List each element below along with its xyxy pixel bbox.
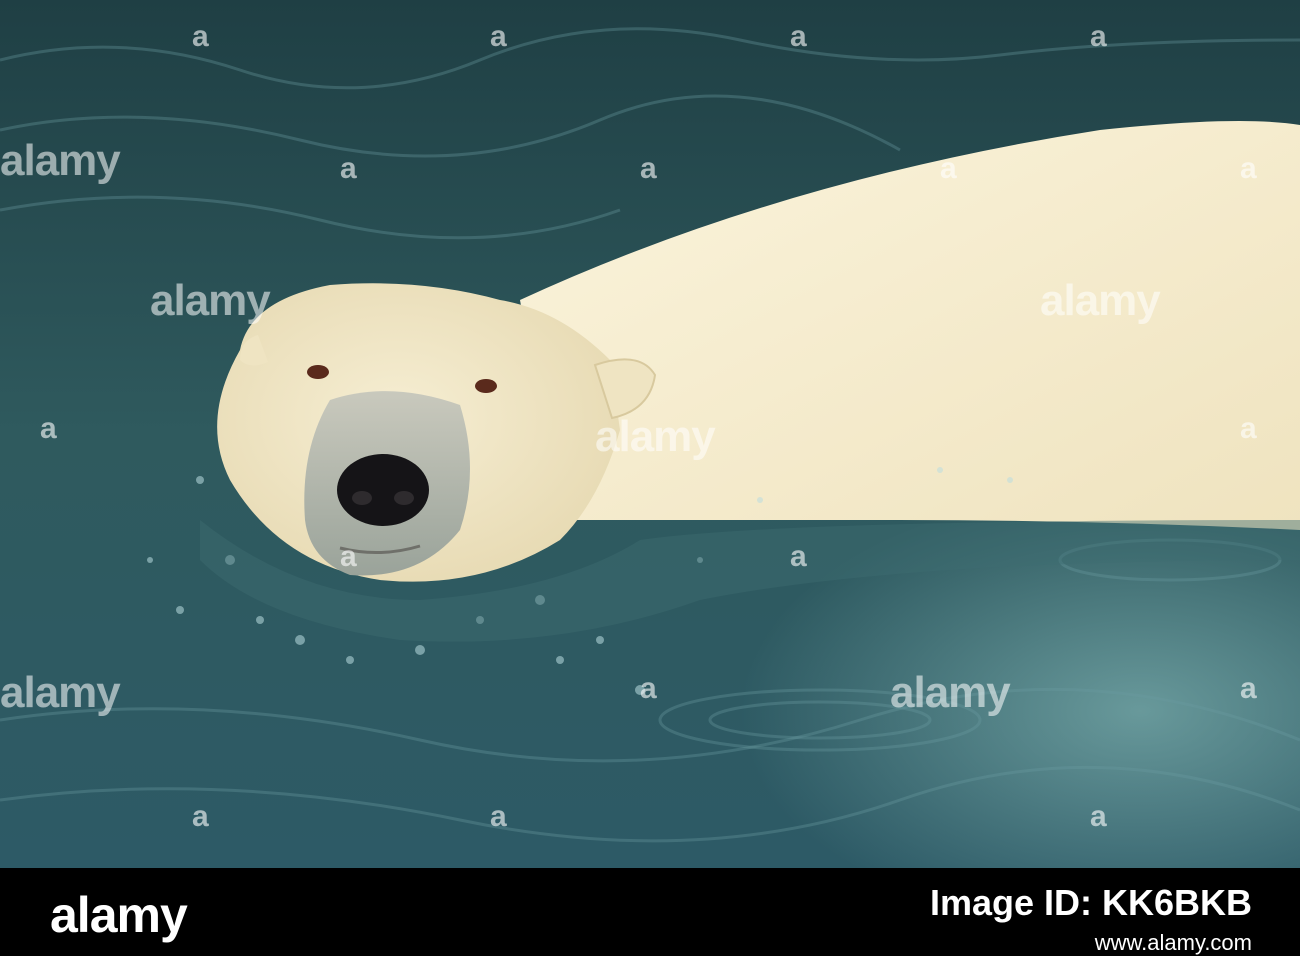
watermark-a-9: a xyxy=(40,412,57,445)
watermark-a-7: a xyxy=(940,152,957,185)
watermark-a-6: a xyxy=(640,152,657,185)
watermark-bottom-left: alamy xyxy=(0,668,121,717)
watermark-a-10: a xyxy=(1240,412,1257,445)
watermark-a-13: a xyxy=(640,672,657,705)
watermark-a-11: a xyxy=(340,540,357,573)
watermark-center-right: alamy xyxy=(1040,276,1161,325)
watermark-a-12: a xyxy=(790,540,807,573)
footer-info: Image ID: KK6BKB www.alamy.com xyxy=(930,882,1252,956)
polar-bear-photo: alamy alamy alamy alamy alamy alamy a a … xyxy=(0,0,1300,868)
watermark-a-16: a xyxy=(490,800,507,833)
watermark-top-left: alamy xyxy=(0,136,121,185)
watermark-center-left: alamy xyxy=(150,276,271,325)
watermark-a-3: a xyxy=(192,20,209,53)
watermark-bottom-right: alamy xyxy=(890,668,1011,717)
watermark-a-2: a xyxy=(790,20,807,53)
watermark-center: alamy xyxy=(595,412,716,461)
watermark-a-4: a xyxy=(1090,20,1107,53)
watermark-a-5: a xyxy=(340,152,357,185)
watermark-a-1: a xyxy=(490,20,507,53)
watermark-a-15: a xyxy=(192,800,209,833)
watermark-a-17: a xyxy=(1090,800,1107,833)
watermark-a-8: a xyxy=(1240,152,1257,185)
watermark-a-14: a xyxy=(1240,672,1257,705)
image-id: Image ID: KK6BKB xyxy=(929,882,1252,923)
footer-bar: alamy Image ID: KK6BKB www.alamy.com xyxy=(0,868,1300,956)
site-url[interactable]: www.alamy.com xyxy=(930,930,1252,956)
stock-photo-page: alamy alamy alamy alamy alamy alamy a a … xyxy=(0,0,1300,956)
footer-logo: alamy xyxy=(50,887,188,943)
